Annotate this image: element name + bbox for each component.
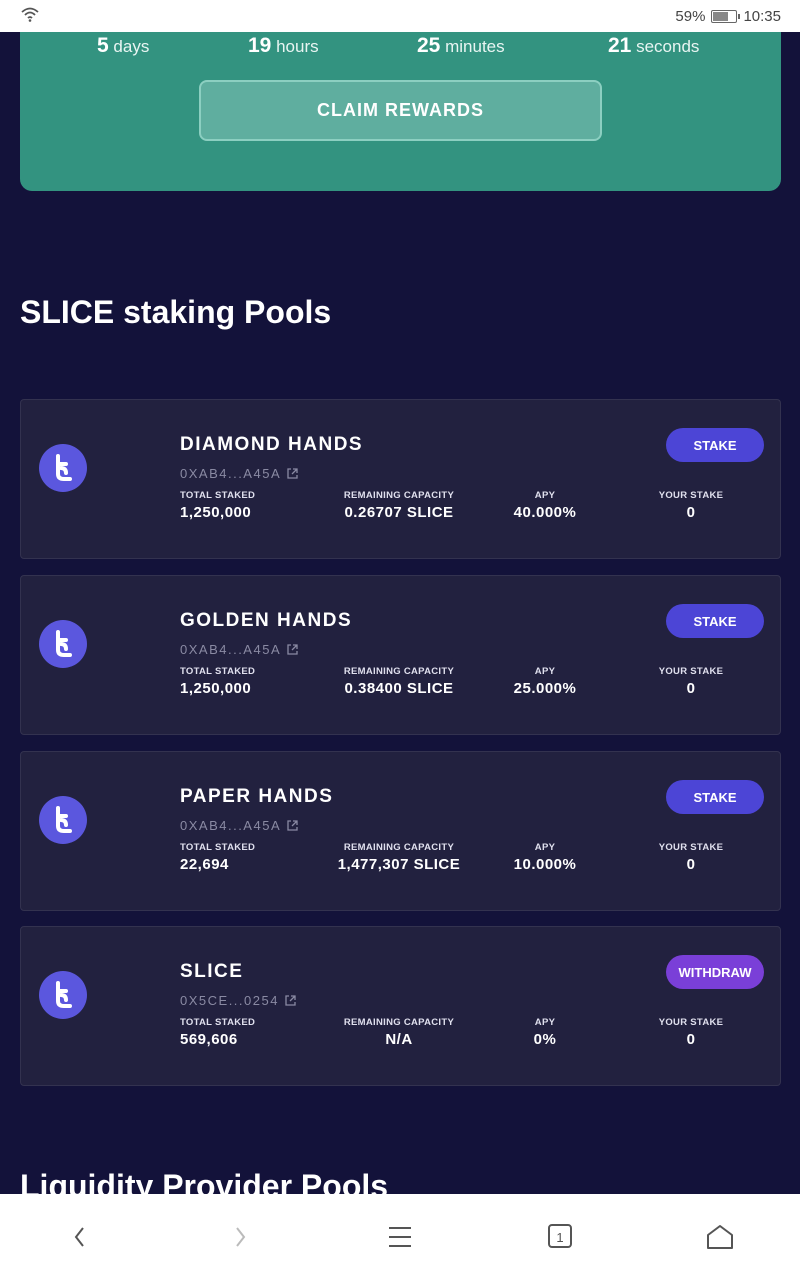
battery-icon — [711, 9, 741, 23]
tabs-icon: 1 — [548, 1224, 572, 1248]
back-icon — [74, 1227, 84, 1247]
stat-remaining-capacity: REMAINING CAPACITY 1,477,307 SLICE — [337, 842, 461, 873]
pool-logo-icon — [39, 796, 87, 844]
countdown-hours: 19 hours — [248, 34, 319, 57]
forward-button[interactable] — [160, 1194, 320, 1280]
stat-apy: APY 0% — [533, 1017, 557, 1048]
pool-name: DIAMOND HANDS — [180, 434, 364, 455]
countdown-seconds: 21 seconds — [608, 34, 700, 57]
pool-card-golden-hands: GOLDEN HANDS 0XAB4...A45A STAKE TOTAL ST… — [20, 575, 781, 735]
pool-logo-icon — [39, 444, 87, 492]
forward-icon — [236, 1227, 246, 1247]
home-button[interactable] — [640, 1194, 800, 1280]
countdown-minutes: 25 minutes — [417, 34, 505, 57]
external-link-icon — [287, 644, 298, 655]
stat-total-staked: TOTAL STAKED 569,606 — [180, 1017, 256, 1048]
pool-address: 0X5CE...0254 — [180, 993, 279, 1008]
withdraw-button[interactable]: WITHDRAW — [666, 955, 764, 989]
stat-your-stake: YOUR STAKE 0 — [658, 490, 724, 521]
back-button[interactable] — [0, 1194, 160, 1280]
stat-total-staked: TOTAL STAKED 1,250,000 — [180, 666, 256, 697]
menu-button[interactable] — [320, 1194, 480, 1280]
stake-button[interactable]: STAKE — [666, 604, 764, 638]
tabs-button[interactable]: 1 — [480, 1194, 640, 1280]
menu-icon — [389, 1227, 411, 1247]
home-icon — [707, 1225, 733, 1249]
external-link-icon — [285, 995, 296, 1006]
svg-text:1: 1 — [556, 1230, 563, 1245]
pool-name: SLICE — [180, 961, 244, 982]
clock: 10:35 — [743, 7, 781, 25]
pool-name: GOLDEN HANDS — [180, 610, 353, 631]
pool-address-link[interactable]: 0X5CE...0254 — [180, 993, 297, 1008]
pool-name: PAPER HANDS — [180, 786, 334, 807]
stat-remaining-capacity: REMAINING CAPACITY N/A — [343, 1017, 455, 1048]
pool-card-paper-hands: PAPER HANDS 0XAB4...A45A STAKE TOTAL STA… — [20, 751, 781, 911]
staking-pools-title: SLICE staking Pools — [20, 294, 332, 330]
stat-remaining-capacity: REMAINING CAPACITY 0.26707 SLICE — [343, 490, 455, 521]
countdown-days: 5 days — [97, 34, 150, 57]
battery-percent: 59% — [675, 7, 706, 25]
pool-address: 0XAB4...A45A — [180, 466, 282, 481]
pool-address: 0XAB4...A45A — [180, 642, 282, 657]
stat-apy: APY 10.000% — [513, 842, 577, 873]
external-link-icon — [287, 820, 298, 831]
pool-address-link[interactable]: 0XAB4...A45A — [180, 818, 299, 833]
stat-total-staked: TOTAL STAKED 1,250,000 — [180, 490, 256, 521]
stake-button[interactable]: STAKE — [666, 428, 764, 462]
pool-logo-icon — [39, 620, 87, 668]
pool-card-diamond-hands: DIAMOND HANDS 0XAB4...A45A STAKE TOTAL S… — [20, 399, 781, 559]
pool-logo-icon — [39, 971, 87, 1019]
pool-address: 0XAB4...A45A — [180, 818, 282, 833]
external-link-icon — [287, 468, 298, 479]
stat-your-stake: YOUR STAKE 0 — [658, 842, 724, 873]
stat-your-stake: YOUR STAKE 0 — [658, 666, 724, 697]
countdown-timer: 5 days 19 hours 25 minutes 21 seconds — [20, 34, 781, 58]
pool-address-link[interactable]: 0XAB4...A45A — [180, 466, 299, 481]
stake-button[interactable]: STAKE — [666, 780, 764, 814]
status-bar: 59% 10:35 — [0, 0, 800, 32]
wifi-icon — [20, 6, 40, 26]
stat-apy: APY 25.000% — [513, 666, 577, 697]
pool-card-slice: SLICE 0X5CE...0254 WITHDRAW TOTAL STAKED… — [20, 926, 781, 1086]
stat-total-staked: TOTAL STAKED 22,694 — [180, 842, 256, 873]
claim-rewards-button[interactable]: CLAIM REWARDS — [199, 80, 602, 141]
stat-remaining-capacity: REMAINING CAPACITY 0.38400 SLICE — [343, 666, 455, 697]
pool-address-link[interactable]: 0XAB4...A45A — [180, 642, 299, 657]
browser-nav-bar: 1 — [0, 1194, 800, 1280]
stat-your-stake: YOUR STAKE 0 — [658, 1017, 724, 1048]
stat-apy: APY 40.000% — [513, 490, 577, 521]
